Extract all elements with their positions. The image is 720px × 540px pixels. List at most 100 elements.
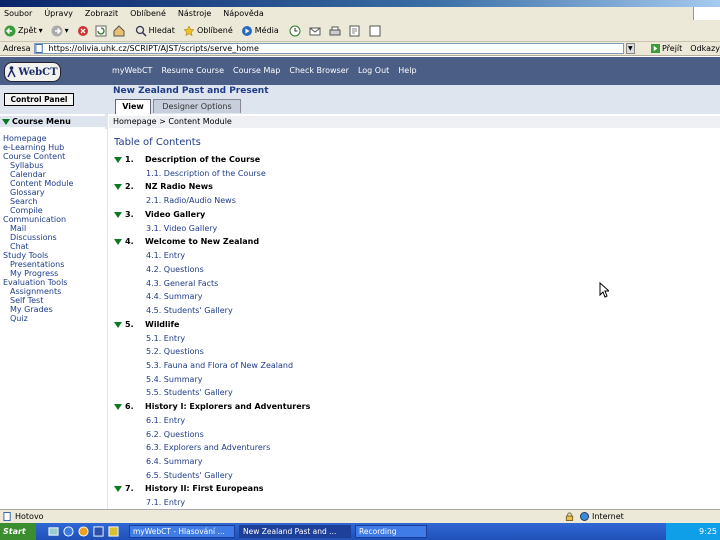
module-item-link[interactable]: 2.1. Radio/Audio News: [146, 196, 236, 205]
menu-tools[interactable]: Nástroje: [178, 9, 211, 18]
module-item-link[interactable]: 5.1. Entry: [146, 334, 185, 343]
module-item-link[interactable]: 6.4. Summary: [146, 457, 202, 466]
globe-icon: [580, 512, 589, 521]
expand-triangle-icon: [114, 238, 122, 245]
module-item-link[interactable]: 1.1. Description of the Course: [146, 169, 266, 178]
module-item-link[interactable]: 5.4. Summary: [146, 375, 202, 384]
quicklaunch-ie-icon[interactable]: [63, 526, 74, 537]
module-item-link[interactable]: 4.4. Summary: [146, 292, 202, 301]
sidebar-item-my-progress[interactable]: My Progress: [10, 269, 58, 278]
sidebar-item-discussions[interactable]: Discussions: [10, 233, 57, 242]
module-item-link[interactable]: 6.1. Entry: [146, 416, 185, 425]
go-button[interactable]: Přejít: [650, 44, 682, 53]
sidebar-item-presentations[interactable]: Presentations: [10, 260, 64, 269]
sidebar-item-quiz[interactable]: Quiz: [10, 314, 28, 323]
nav-mywebct[interactable]: myWebCT: [112, 66, 152, 75]
module-heading[interactable]: 2. NZ Radio News: [114, 182, 213, 191]
expand-triangle-icon: [114, 403, 122, 410]
quicklaunch-media-icon[interactable]: [78, 526, 89, 537]
stop-icon[interactable]: [77, 25, 89, 37]
sidebar-item-my-grades[interactable]: My Grades: [10, 305, 53, 314]
webct-logo[interactable]: WebCT: [4, 62, 61, 82]
module-heading[interactable]: 1. Description of the Course: [114, 155, 260, 164]
sidebar-item-content-module[interactable]: Content Module: [10, 179, 73, 188]
sidebar-item-compile[interactable]: Compile: [10, 206, 43, 215]
quicklaunch-desktop-icon[interactable]: [48, 526, 59, 537]
mail-icon[interactable]: [309, 25, 321, 37]
menu-help[interactable]: Nápověda: [223, 9, 264, 18]
module-item-link[interactable]: 6.2. Questions: [146, 430, 204, 439]
nav-log-out[interactable]: Log Out: [358, 66, 389, 75]
sidebar-item-search[interactable]: Search: [10, 197, 37, 206]
sidebar-item-glossary[interactable]: Glossary: [10, 188, 45, 197]
module-item-link[interactable]: 7.1. Entry: [146, 498, 185, 507]
module-heading[interactable]: 5. Wildlife: [114, 320, 179, 329]
sidebar-item-study-tools[interactable]: Study Tools: [3, 251, 48, 260]
module-item-link[interactable]: 4.3. General Facts: [146, 279, 218, 288]
edit-icon[interactable]: [349, 25, 361, 37]
sidebar-item-course-content[interactable]: Course Content: [3, 152, 65, 161]
sidebar-item-syllabus[interactable]: Syllabus: [10, 161, 43, 170]
history-icon[interactable]: [289, 25, 301, 37]
sidebar-item-mail[interactable]: Mail: [10, 224, 26, 233]
lock-icon: [565, 512, 574, 521]
control-panel-button[interactable]: Control Panel: [4, 93, 74, 106]
task-new-zealand[interactable]: New Zealand Past and ...: [239, 525, 351, 538]
favorites-button[interactable]: Oblíbené: [183, 24, 233, 37]
course-menu-header[interactable]: Course Menu: [0, 116, 107, 127]
tab-view[interactable]: View: [115, 99, 151, 114]
task-mywebct[interactable]: myWebCT - Hlasování ...: [129, 525, 235, 538]
sidebar-item-homepage[interactable]: Homepage: [3, 134, 47, 143]
home-icon[interactable]: [113, 24, 125, 37]
module-item-link[interactable]: 4.5. Students' Gallery: [146, 306, 233, 315]
media-button[interactable]: Média: [241, 25, 279, 37]
module-item-link[interactable]: 6.3. Explorers and Adventurers: [146, 443, 270, 452]
module-item-link[interactable]: 5.5. Students' Gallery: [146, 388, 233, 397]
print-icon[interactable]: [329, 25, 341, 37]
start-button[interactable]: Start: [0, 523, 36, 540]
back-button[interactable]: Zpět ▾: [4, 25, 43, 37]
forward-button[interactable]: ▾: [51, 25, 69, 37]
menu-view[interactable]: Zobrazit: [85, 9, 118, 18]
module-item-link[interactable]: 5.3. Fauna and Flora of New Zealand: [146, 361, 293, 370]
module-item-link[interactable]: 3.1. Video Gallery: [146, 224, 217, 233]
module-item-link[interactable]: 5.2. Questions: [146, 347, 204, 356]
module-item-link[interactable]: 4.2. Questions: [146, 265, 204, 274]
module-heading[interactable]: 7. History II: First Europeans: [114, 484, 264, 493]
task-recording[interactable]: Recording: [355, 525, 427, 538]
webct-figure-icon: [7, 66, 17, 78]
sidebar-item-communication[interactable]: Communication: [3, 215, 66, 224]
sidebar-item-evaluation-tools[interactable]: Evaluation Tools: [3, 278, 67, 287]
menu-favorites[interactable]: Oblíbené: [130, 9, 166, 18]
quicklaunch-outlook-icon[interactable]: [108, 526, 119, 537]
quicklaunch-word-icon[interactable]: [93, 526, 104, 537]
browser-toolbar: Zpět ▾ ▾ Hledat Oblíbené Média: [0, 20, 720, 42]
sidebar-item-elearning-hub[interactable]: e-Learning Hub: [3, 143, 64, 152]
tab-designer-options[interactable]: Designer Options: [153, 99, 241, 113]
back-arrow-icon: [4, 25, 16, 36]
sidebar-item-chat[interactable]: Chat: [10, 242, 29, 251]
address-dropdown-button[interactable]: ▼: [625, 43, 635, 54]
nav-check-browser[interactable]: Check Browser: [289, 66, 349, 75]
sidebar-item-assignments[interactable]: Assignments: [10, 287, 61, 296]
sidebar-item-calendar[interactable]: Calendar: [10, 170, 46, 179]
window-title-bar[interactable]: [0, 0, 720, 7]
search-button[interactable]: Hledat: [135, 25, 175, 37]
nav-course-map[interactable]: Course Map: [233, 66, 280, 75]
nav-help[interactable]: Help: [398, 66, 416, 75]
module-heading[interactable]: 4. Welcome to New Zealand: [114, 237, 259, 246]
nav-resume-course[interactable]: Resume Course: [161, 66, 224, 75]
module-item-link[interactable]: 6.5. Students' Gallery: [146, 471, 233, 480]
refresh-icon[interactable]: [95, 25, 107, 37]
discuss-icon[interactable]: [369, 25, 381, 37]
status-text: Hotovo: [15, 512, 44, 521]
menu-edit[interactable]: Úpravy: [44, 9, 73, 18]
module-heading[interactable]: 3. Video Gallery: [114, 210, 205, 219]
module-heading[interactable]: 6. History I: Explorers and Adventurers: [114, 402, 310, 411]
menu-file[interactable]: Soubor: [4, 9, 32, 18]
module-item-link[interactable]: 4.1. Entry: [146, 251, 185, 260]
clock[interactable]: 9:25: [699, 527, 717, 536]
links-label[interactable]: Odkazy: [690, 44, 720, 53]
address-input[interactable]: [33, 43, 624, 54]
sidebar-item-self-test[interactable]: Self Test: [10, 296, 43, 305]
